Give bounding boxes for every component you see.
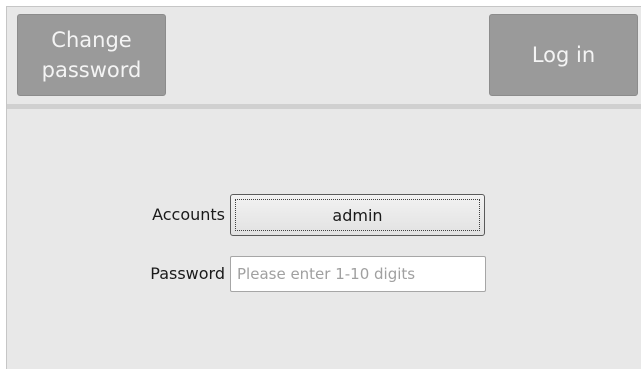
change-password-label: Change password	[41, 28, 142, 82]
login-label: Log in	[531, 43, 596, 67]
header-divider	[7, 104, 641, 109]
change-password-button[interactable]: Change password	[17, 14, 166, 96]
accounts-value: admin	[332, 205, 383, 225]
password-input[interactable]	[230, 256, 486, 292]
accounts-label: Accounts	[152, 205, 225, 224]
header-bar: Change password Log in	[7, 7, 641, 103]
accounts-select[interactable]: admin	[230, 194, 485, 236]
login-button[interactable]: Log in	[489, 14, 638, 96]
login-panel: Change password Log in Accounts admin Pa…	[6, 6, 641, 369]
password-label: Password	[150, 264, 225, 283]
